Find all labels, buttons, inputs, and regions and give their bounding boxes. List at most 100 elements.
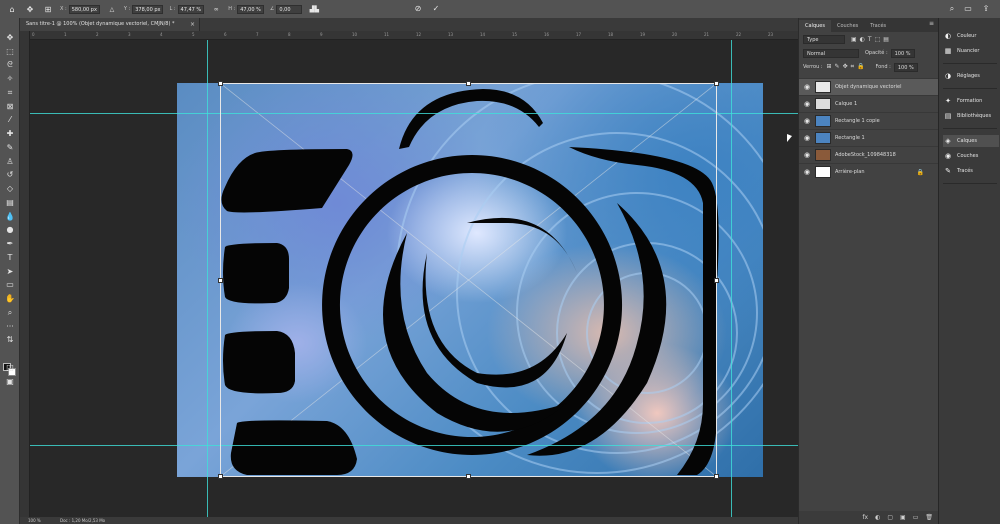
tab-calques[interactable]: Calques	[799, 20, 831, 32]
screen-mode-icon[interactable]: ▣	[4, 376, 16, 388]
layer-name[interactable]: AdobeStock_109848318	[835, 152, 896, 158]
guide-vertical-left[interactable]	[207, 40, 208, 521]
adjustment-icon[interactable]: ▢	[887, 514, 893, 521]
layer-name[interactable]: Rectangle 1	[835, 135, 865, 141]
pen-tool-icon[interactable]: ✒	[4, 238, 16, 250]
reference-point-icon[interactable]: ⊞	[42, 3, 54, 15]
layer-name[interactable]: Objet dynamique vectoriel	[835, 84, 901, 90]
quick-mask-icon[interactable]: ◫	[4, 362, 16, 374]
commit-transform-icon[interactable]: ✓	[430, 3, 442, 15]
y-field[interactable]: Y :378,00 px	[124, 4, 164, 14]
transform-handle-b[interactable]	[466, 474, 471, 479]
search-icon[interactable]: ⌕	[946, 3, 958, 15]
document-tab[interactable]: Sans titre-1 @ 100% (Objet dynamique vec…	[20, 18, 200, 31]
type-tool-icon[interactable]: T	[4, 252, 16, 264]
tab-couches[interactable]: Couches	[831, 20, 864, 32]
crop-tool-icon[interactable]: ⌗	[4, 87, 16, 99]
marquee-tool-icon[interactable]: ⬚	[4, 46, 16, 58]
layer-name[interactable]: Calque 1	[835, 101, 857, 107]
layer-thumbnail[interactable]	[815, 132, 831, 144]
opacity-value[interactable]: 100 %	[890, 48, 915, 58]
cancel-transform-icon[interactable]: ⊘	[412, 3, 424, 15]
rectangle-tool-icon[interactable]: ▭	[4, 279, 16, 291]
eraser-tool-icon[interactable]: ◇	[4, 183, 16, 195]
layer-kind-filter[interactable]: Type	[803, 34, 845, 44]
edit-toolbar-icon[interactable]: ⇅	[4, 334, 16, 346]
more-tools-icon[interactable]: ···	[4, 321, 16, 333]
history-brush-tool-icon[interactable]: ↺	[4, 169, 16, 181]
canvas-area[interactable]	[30, 40, 798, 521]
transform-handle-r[interactable]	[714, 278, 719, 283]
home-icon[interactable]: ⌂	[6, 3, 18, 15]
zoom-level[interactable]: 100 %	[28, 518, 41, 523]
dock-item-calques[interactable]: ◈ Calques	[943, 135, 999, 147]
document-info[interactable]: Doc : 1,20 Mo/2,53 Mo	[60, 518, 105, 523]
height-field[interactable]: H :47,00 %	[228, 4, 264, 14]
group-icon[interactable]: ▣	[900, 514, 906, 521]
lock-icons[interactable]: ⊞✎✥⌗🔒	[827, 63, 868, 71]
mask-icon[interactable]: ◐	[875, 514, 880, 521]
brush-tool-icon[interactable]: ✎	[4, 142, 16, 154]
dock-item-bibliothèques[interactable]: ▤ Bibliothèques	[943, 110, 999, 122]
fill-value[interactable]: 100 %	[893, 62, 918, 72]
interpolation-icon[interactable]: ▟▙	[308, 3, 320, 15]
transform-handle-tr[interactable]	[714, 81, 719, 86]
dock-item-tracés[interactable]: ✎ Tracés	[943, 165, 999, 177]
dock-item-nuancier[interactable]: ▦ Nuancier	[943, 45, 999, 57]
visibility-eye-icon[interactable]: ◉	[799, 168, 815, 176]
x-field[interactable]: X :580,00 px	[60, 4, 100, 14]
transform-bounding-box[interactable]	[220, 83, 717, 477]
guide-vertical-right[interactable]	[731, 40, 732, 521]
close-tab-icon[interactable]: ×	[190, 18, 195, 31]
relative-position-icon[interactable]: △	[106, 3, 118, 15]
gradient-tool-icon[interactable]: ▤	[4, 197, 16, 209]
lasso-tool-icon[interactable]: ᘓ	[4, 59, 16, 71]
horizontal-ruler[interactable]: 0 1 2 3 4 5 6 7 8 9 10 11 12 13 14 15 16 17 18 19 20 21 22 23	[30, 31, 798, 40]
transform-handle-tl[interactable]	[218, 81, 223, 86]
transform-handle-br[interactable]	[714, 474, 719, 479]
move-tool-icon[interactable]: ✥	[4, 32, 16, 44]
layer-row[interactable]: ◉ Rectangle 1 copie	[799, 112, 938, 129]
transform-handle-t[interactable]	[466, 81, 471, 86]
height-value[interactable]: 47,00 %	[237, 4, 264, 14]
new-layer-icon[interactable]: ▭	[913, 514, 919, 521]
blur-tool-icon[interactable]: 💧	[4, 211, 16, 223]
layer-name[interactable]: Rectangle 1 copie	[835, 118, 880, 124]
dodge-tool-icon[interactable]: ●	[4, 224, 16, 236]
width-value[interactable]: 47,47 %	[177, 4, 205, 14]
angle-field[interactable]: ∠ 0,00	[270, 4, 303, 14]
layer-thumbnail[interactable]	[815, 98, 831, 110]
transform-handle-bl[interactable]	[218, 474, 223, 479]
layer-thumbnail[interactable]	[815, 115, 831, 127]
y-value[interactable]: 378,00 px	[132, 4, 164, 14]
dock-item-réglages[interactable]: ◑ Réglages	[943, 70, 999, 82]
zoom-tool-icon[interactable]: ⌕	[4, 307, 16, 319]
layer-row[interactable]: ◉ Objet dynamique vectoriel	[799, 78, 938, 95]
x-value[interactable]: 580,00 px	[68, 4, 100, 14]
eyedropper-tool-icon[interactable]: ⁄	[4, 114, 16, 126]
layer-row[interactable]: ◉ Calque 1	[799, 95, 938, 112]
vertical-ruler[interactable]	[20, 31, 30, 521]
width-field[interactable]: L :47,47 %	[169, 4, 205, 14]
move-tool-preset-icon[interactable]: ✥	[24, 3, 36, 15]
clone-stamp-tool-icon[interactable]: ♙	[4, 156, 16, 168]
transform-handle-l[interactable]	[218, 278, 223, 283]
angle-value[interactable]: 0,00	[276, 4, 303, 14]
dock-item-couches[interactable]: ◉ Couches	[943, 150, 999, 162]
share-icon[interactable]: ⇪	[980, 3, 992, 15]
layer-row[interactable]: ◉ Arrière-plan 🔒	[799, 163, 938, 180]
visibility-eye-icon[interactable]: ◉	[799, 117, 815, 125]
path-selection-tool-icon[interactable]: ➤	[4, 266, 16, 278]
frame-tool-icon[interactable]: ⊠	[4, 101, 16, 113]
hand-tool-icon[interactable]: ✋	[4, 293, 16, 305]
link-icon[interactable]: ∞	[210, 3, 222, 15]
tab-traces[interactable]: Tracés	[864, 20, 892, 32]
layer-thumbnail[interactable]	[815, 166, 831, 178]
visibility-eye-icon[interactable]: ◉	[799, 83, 815, 91]
layer-row[interactable]: ◉ Rectangle 1	[799, 129, 938, 146]
visibility-eye-icon[interactable]: ◉	[799, 151, 815, 159]
layer-name[interactable]: Arrière-plan	[835, 169, 865, 175]
dock-item-couleur[interactable]: ◐ Couleur	[943, 30, 999, 42]
fx-icon[interactable]: fx	[862, 514, 868, 521]
healing-brush-tool-icon[interactable]: ✚	[4, 128, 16, 140]
